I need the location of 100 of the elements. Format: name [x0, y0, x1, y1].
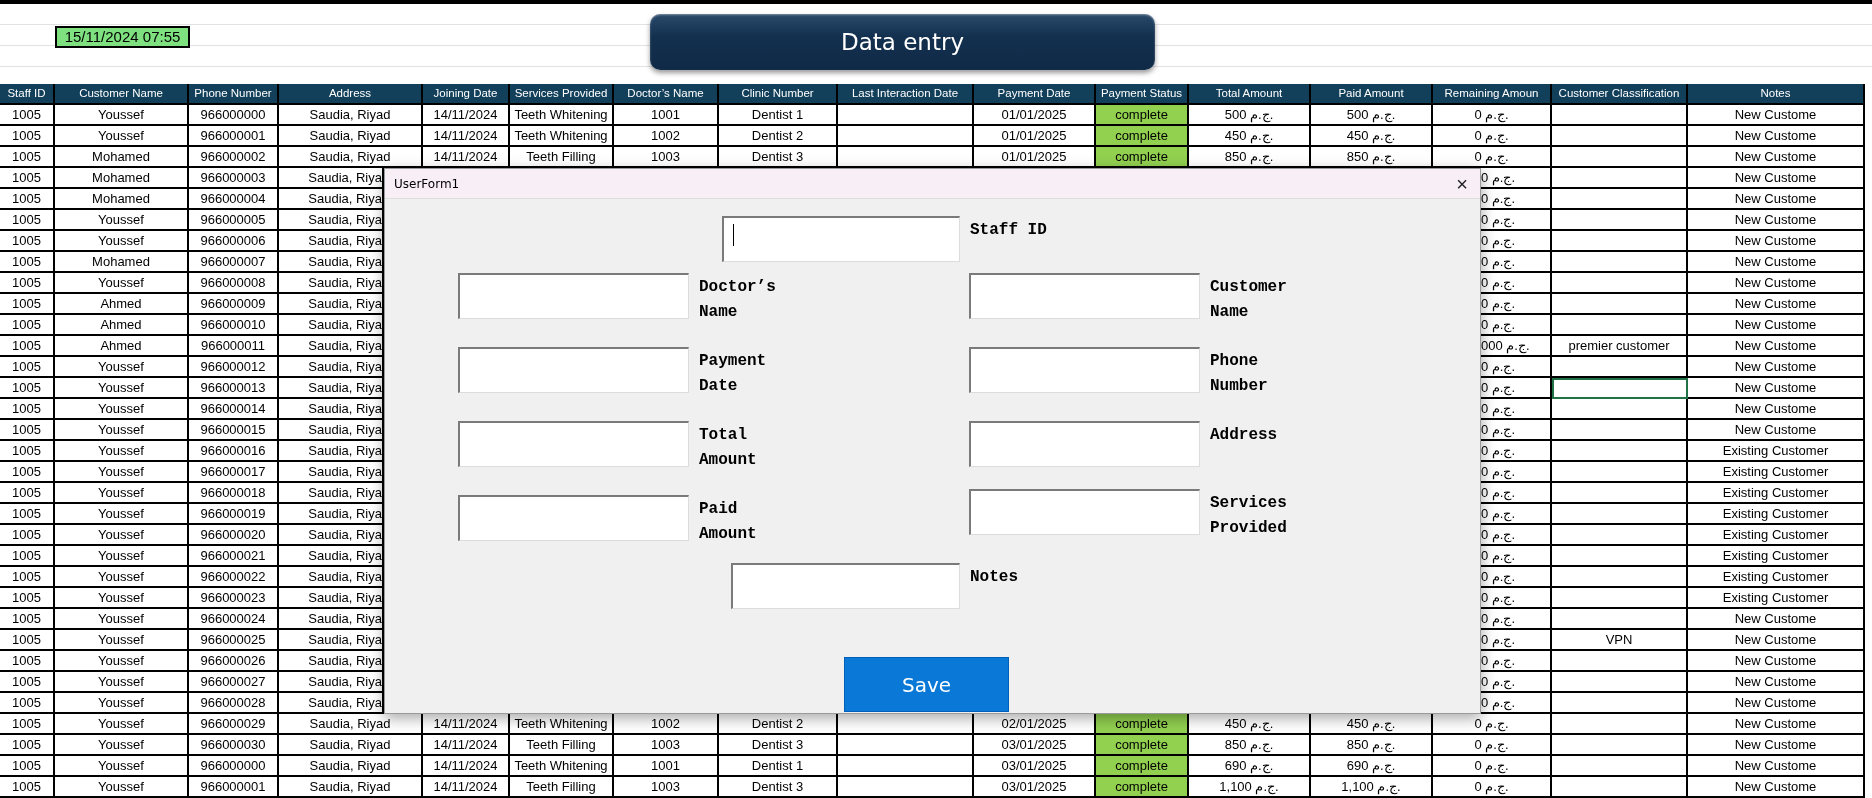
table-cell: 1005: [0, 336, 55, 357]
table-cell: New Custome: [1688, 168, 1865, 189]
table-cell: 0 ج.م.: [1481, 651, 1552, 672]
table-cell: 450 ج.م.: [1189, 714, 1311, 735]
table-cell: 1005: [0, 714, 55, 735]
table-cell: 1005: [0, 483, 55, 504]
table-cell: Youssef: [55, 273, 189, 294]
table-cell: 03/01/2025: [974, 756, 1096, 777]
table-cell: New Custome: [1688, 231, 1865, 252]
table-cell: 1005: [0, 399, 55, 420]
table-cell: 1005: [0, 294, 55, 315]
table-cell: Mohamed: [55, 252, 189, 273]
table-cell: New Custome: [1688, 105, 1865, 126]
table-cell: New Custome: [1688, 357, 1865, 378]
field-label: Notes: [970, 567, 1019, 588]
table-cell: Mohamed: [55, 168, 189, 189]
table-cell: 0 ج.م.: [1481, 546, 1552, 567]
table-cell: 500 ج.م.: [1189, 105, 1311, 126]
text-field[interactable]: [458, 273, 689, 319]
table-cell: 0 ج.م.: [1481, 588, 1552, 609]
close-button[interactable]: ×: [1452, 173, 1472, 194]
save-button[interactable]: Save: [844, 657, 1009, 712]
table-cell: Youssef: [55, 588, 189, 609]
text-field[interactable]: [969, 421, 1200, 467]
table-cell: 966000020: [189, 525, 279, 546]
status-cell: complete: [1096, 735, 1189, 756]
table-cell: Saudia, Riya: [279, 168, 384, 189]
field-label: Total Amount: [699, 425, 758, 471]
table-cell: 14/11/2024: [423, 777, 510, 798]
table-cell: 966000005: [189, 210, 279, 231]
table-cell: 690 ج.م.: [1189, 756, 1311, 777]
table-cell: 1005: [0, 126, 55, 147]
table-cell: 1005: [0, 147, 55, 168]
table-cell: 1,100 ج.م.: [1311, 777, 1433, 798]
table-cell: 1001: [614, 105, 719, 126]
table-cell: 0 ج.م.: [1481, 378, 1552, 399]
table-cell: New Custome: [1688, 756, 1865, 777]
table-cell: 966000023: [189, 588, 279, 609]
text-field[interactable]: [722, 216, 960, 262]
table-cell: 03/01/2025: [974, 735, 1096, 756]
table-cell: Saudia, Riya: [279, 378, 384, 399]
text-field[interactable]: [458, 495, 689, 541]
field-label: Services Provided: [1210, 493, 1288, 539]
table-cell: Dentist 1: [719, 105, 838, 126]
table-cell: New Custome: [1688, 147, 1865, 168]
table-cell: New Custome: [1688, 189, 1865, 210]
table-cell: 0 ج.م.: [1481, 357, 1552, 378]
table-cell: 0 ج.م.: [1481, 567, 1552, 588]
table-cell: 0 ج.م.: [1481, 525, 1552, 546]
table-cell: Saudia, Riyad: [279, 735, 423, 756]
table-cell: Saudia, Riya: [279, 231, 384, 252]
table-cell: 0 ج.م.: [1481, 483, 1552, 504]
table-cell: 966000002: [189, 147, 279, 168]
table-cell: 0 ج.م.: [1481, 315, 1552, 336]
table-cell: 966000014: [189, 399, 279, 420]
table-cell: Teeth Filling: [510, 147, 614, 168]
table-cell: New Custome: [1688, 651, 1865, 672]
table-cell: 1005: [0, 756, 55, 777]
table-cell: 0 ج.م.: [1433, 105, 1552, 126]
table-cell: 1005: [0, 777, 55, 798]
table-cell: 1005: [0, 189, 55, 210]
text-field[interactable]: [969, 273, 1200, 319]
table-cell: Teeth Whitening: [510, 126, 614, 147]
data-entry-button[interactable]: Data entry: [650, 14, 1155, 70]
text-field[interactable]: [969, 347, 1200, 393]
table-cell: 966000025: [189, 630, 279, 651]
text-field[interactable]: [458, 421, 689, 467]
table-cell: 966000003: [189, 168, 279, 189]
table-cell: 14/11/2024: [423, 756, 510, 777]
table-cell: Saudia, Riya: [279, 483, 384, 504]
table-cell: Dentist 3: [719, 777, 838, 798]
table-cell: 1005: [0, 315, 55, 336]
text-field[interactable]: [458, 347, 689, 393]
table-cell: 0 ج.م.: [1433, 756, 1552, 777]
field-label: Payment Date: [699, 351, 768, 397]
table-cell: 0 ج.م.: [1433, 147, 1552, 168]
table-cell: Saudia, Riya: [279, 252, 384, 273]
table-cell: Saudia, Riya: [279, 210, 384, 231]
column-header: Customer Classification: [1552, 84, 1688, 105]
table-cell: New Custome: [1688, 126, 1865, 147]
table-cell: New Custome: [1688, 252, 1865, 273]
table-cell: Dentist 2: [719, 126, 838, 147]
table-cell: 1005: [0, 609, 55, 630]
table-cell: 1005: [0, 630, 55, 651]
text-field[interactable]: [969, 489, 1200, 535]
table-cell: 850 ج.م.: [1189, 147, 1311, 168]
table-cell: Saudia, Riya: [279, 462, 384, 483]
table-cell: New Custome: [1688, 609, 1865, 630]
table-cell: Saudia, Riyad: [279, 756, 423, 777]
table-cell: 0 ج.م.: [1433, 777, 1552, 798]
table-cell: New Custome: [1688, 399, 1865, 420]
table-cell: Teeth Whitening: [510, 756, 614, 777]
table-cell: Existing Customer: [1688, 525, 1865, 546]
table-cell: Youssef: [55, 735, 189, 756]
table-cell: 1005: [0, 588, 55, 609]
table-cell: Youssef: [55, 399, 189, 420]
text-field[interactable]: [731, 563, 960, 609]
table-cell: 01/01/2025: [974, 126, 1096, 147]
table-cell: Saudia, Riyad: [279, 777, 423, 798]
table-cell: 1005: [0, 168, 55, 189]
